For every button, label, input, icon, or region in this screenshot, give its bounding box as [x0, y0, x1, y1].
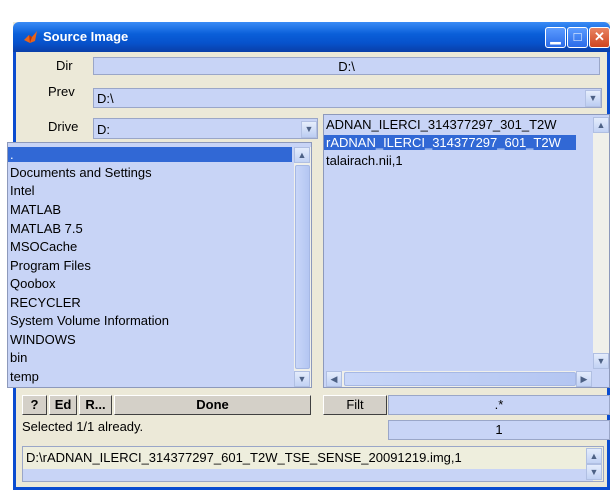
edit-button[interactable]: Ed [49, 395, 77, 415]
list-item[interactable]: Qoobox [10, 276, 56, 291]
scroll-thumb[interactable] [295, 165, 310, 369]
scroll-up-icon[interactable]: ▲ [593, 117, 609, 133]
selected-count-field: 1 [388, 420, 610, 440]
list-item[interactable]: talairach.nii,1 [326, 153, 403, 168]
list-item[interactable]: ADNAN_ILERCI_314377297_301_T2W [326, 117, 557, 132]
prev-dropdown[interactable]: D:\ ▼ [93, 88, 602, 108]
list-item[interactable]: Program Files [10, 258, 91, 273]
file-hscrollbar[interactable]: ◀ ▶ [326, 371, 592, 387]
close-button[interactable]: ✕ [589, 27, 610, 48]
minimize-icon: ▁ [550, 29, 561, 44]
list-item[interactable]: . [8, 147, 292, 162]
done-button[interactable]: Done [114, 395, 311, 415]
selection-field[interactable]: D:\rADNAN_ILERCI_314377297_601_T2W_TSE_S… [22, 446, 604, 482]
file-list[interactable]: ADNAN_ILERCI_314377297_301_T2W rADNAN_IL… [323, 114, 610, 388]
scroll-left-icon[interactable]: ◀ [326, 371, 342, 387]
list-item[interactable]: temp [10, 369, 39, 384]
help-button[interactable]: ? [22, 395, 47, 415]
scroll-down-icon[interactable]: ▼ [294, 371, 310, 387]
status-text: Selected 1/1 already. [22, 419, 144, 434]
dir-label: Dir [56, 58, 73, 73]
scroll-up-icon[interactable]: ▲ [586, 448, 602, 464]
list-item[interactable]: MSOCache [10, 239, 77, 254]
close-icon: ✕ [594, 29, 605, 44]
list-item[interactable]: rADNAN_ILERCI_314377297_601_T2W [324, 135, 576, 150]
title-bar[interactable]: Source Image ▁ □ ✕ [13, 22, 610, 52]
drive-value: D: [97, 122, 110, 137]
list-item[interactable]: RECYCLER [10, 295, 81, 310]
matlab-icon [24, 31, 37, 43]
list-item[interactable]: WINDOWS [10, 332, 76, 347]
folder-list[interactable]: . Documents and Settings Intel MATLAB MA… [7, 142, 312, 388]
prev-value: D:\ [97, 91, 114, 106]
list-item[interactable]: Documents and Settings [10, 165, 152, 180]
drive-dropdown[interactable]: D: ▼ [93, 118, 318, 139]
maximize-button[interactable]: □ [567, 27, 588, 48]
chevron-down-icon[interactable]: ▼ [585, 90, 601, 107]
selected-count-value: 1 [495, 422, 503, 437]
chevron-down-icon[interactable]: ▼ [301, 121, 317, 138]
minimize-button[interactable]: ▁ [545, 27, 566, 48]
prev-label: Prev [48, 84, 75, 99]
list-item[interactable]: Intel [10, 183, 35, 198]
maximize-icon: □ [573, 29, 582, 44]
filter-button[interactable]: Filt [323, 395, 387, 415]
folder-scrollbar[interactable]: ▲ ▼ [294, 147, 311, 387]
scroll-down-icon[interactable]: ▼ [593, 353, 609, 369]
source-image-window: Source Image ▁ □ ✕ Dir D:\ Prev D:\ ▼ Dr… [7, 22, 610, 490]
dir-value: D:\ [338, 59, 355, 74]
list-item[interactable]: System Volume Information [10, 313, 169, 328]
scroll-down-icon[interactable]: ▼ [586, 464, 602, 480]
selection-path: D:\rADNAN_ILERCI_314377297_601_T2W_TSE_S… [26, 450, 462, 465]
filter-value: .* [494, 397, 504, 412]
selection-empty-row [23, 469, 593, 481]
file-vscrollbar[interactable]: ▲ ▼ [593, 117, 609, 369]
list-item[interactable]: MATLAB [10, 202, 61, 217]
list-item[interactable]: bin [10, 350, 27, 365]
recent-button[interactable]: R... [79, 395, 112, 415]
drive-label: Drive [48, 119, 79, 134]
scroll-right-icon[interactable]: ▶ [576, 371, 592, 387]
scroll-thumb[interactable] [344, 372, 576, 386]
window-title: Source Image [43, 29, 129, 44]
scroll-up-icon[interactable]: ▲ [294, 147, 310, 163]
dir-field: D:\ [93, 57, 600, 75]
list-item[interactable]: MATLAB 7.5 [10, 221, 83, 236]
selection-scrollbar[interactable]: ▲ ▼ [586, 448, 602, 480]
filter-input[interactable]: .* [388, 395, 610, 415]
